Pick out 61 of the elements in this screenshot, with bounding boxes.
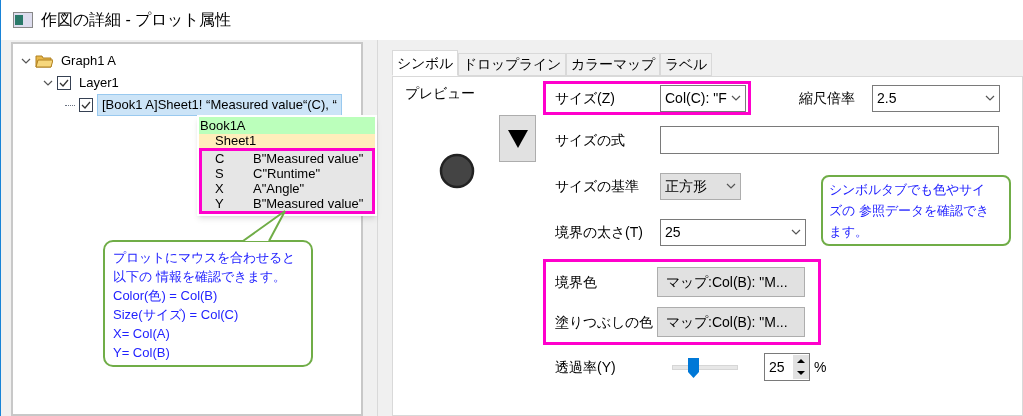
dropdown-chevron-icon[interactable]: [731, 93, 741, 103]
tree-item[interactable]: Graph1 A: [57, 51, 120, 71]
scale-label: 縮尺倍率: [799, 88, 856, 108]
callout-text: プロットにマウスを合わせると: [113, 249, 296, 267]
slider-thumb[interactable]: [687, 357, 699, 378]
color-label: 塗りつぶしの色: [555, 312, 654, 332]
symbol-picker-button[interactable]: [499, 115, 536, 162]
column-name: A"Angle": [253, 181, 305, 196]
tree-item[interactable]: [Book1 A]Sheet1! “Measured value“(C), “: [97, 94, 342, 116]
book-name: Book1A: [199, 117, 375, 134]
checkbox[interactable]: [57, 76, 71, 90]
tab[interactable]: ドロップライン: [458, 53, 566, 76]
tab[interactable]: シンボル: [392, 50, 458, 76]
dropdown[interactable]: 2.5: [872, 84, 1000, 112]
column-designation: S: [215, 166, 225, 181]
spin-up-icon[interactable]: [793, 355, 809, 367]
size-label: サイズ(Z): [555, 88, 616, 108]
column-name: C"Runtime": [253, 166, 321, 181]
folder-icon: [35, 54, 53, 68]
expand-chevron-icon[interactable]: [43, 78, 53, 88]
column-designation: C: [215, 151, 226, 166]
window-title: 作図の詳細 - プロット属性: [41, 10, 232, 30]
callout-text: 以下の 情報を確認できます。: [113, 268, 287, 286]
expand-chevron-icon[interactable]: [21, 56, 31, 66]
column-name: B"Measured value": [253, 196, 364, 211]
column-designation: X: [215, 181, 225, 196]
tree-item[interactable]: Layer1: [75, 73, 123, 93]
dropdown-chevron-icon[interactable]: [791, 227, 801, 237]
preview-label: プレビュー: [405, 85, 475, 101]
expression-field[interactable]: [660, 126, 999, 154]
dropdown-chevron-icon[interactable]: [985, 93, 995, 103]
dropdown[interactable]: Col(C): "F: [660, 84, 746, 112]
color-dropdown[interactable]: マップ:Col(B): "M...: [657, 307, 805, 337]
transparency-label: 透過率(Y): [555, 357, 617, 377]
column-designation: Y: [215, 196, 225, 211]
callout-text: ズの 参照データを確認でき: [829, 202, 990, 220]
app-icon: [13, 12, 33, 28]
border-width-label: 境界の太さ(T): [555, 222, 644, 242]
down-triangle-icon: [507, 129, 528, 148]
color-dropdown[interactable]: マップ:Col(B): "M...: [657, 267, 805, 297]
expression-label: サイズの式: [555, 130, 626, 150]
callout-text: X= Col(A): [113, 325, 171, 343]
dropdown[interactable]: 25: [660, 218, 806, 246]
spin-box[interactable]: 25: [764, 353, 810, 381]
spin-down-icon[interactable]: [793, 367, 809, 379]
percent-unit: %: [814, 357, 827, 377]
dropdown-chevron-icon[interactable]: [726, 181, 736, 191]
column-name: B"Measured value": [253, 151, 364, 166]
checkbox[interactable]: [79, 98, 93, 112]
dropdown[interactable]: 正方形: [660, 172, 741, 200]
callout-text: シンボルタブでも色やサイ: [829, 181, 986, 199]
tab[interactable]: カラーマップ: [566, 53, 660, 76]
basis-label: サイズの基準: [555, 176, 640, 196]
circle-symbol-preview: [439, 153, 475, 189]
tab[interactable]: ラベル: [660, 53, 712, 76]
callout-text: ます。: [829, 223, 869, 241]
callout-text: Color(色) = Col(B): [113, 287, 219, 305]
callout-text: Y= Col(B): [113, 344, 171, 362]
sheet-name: Sheet1: [199, 134, 375, 148]
color-label: 境界色: [555, 272, 598, 292]
callout-text: Size(サイズ) = Col(C): [113, 306, 240, 324]
